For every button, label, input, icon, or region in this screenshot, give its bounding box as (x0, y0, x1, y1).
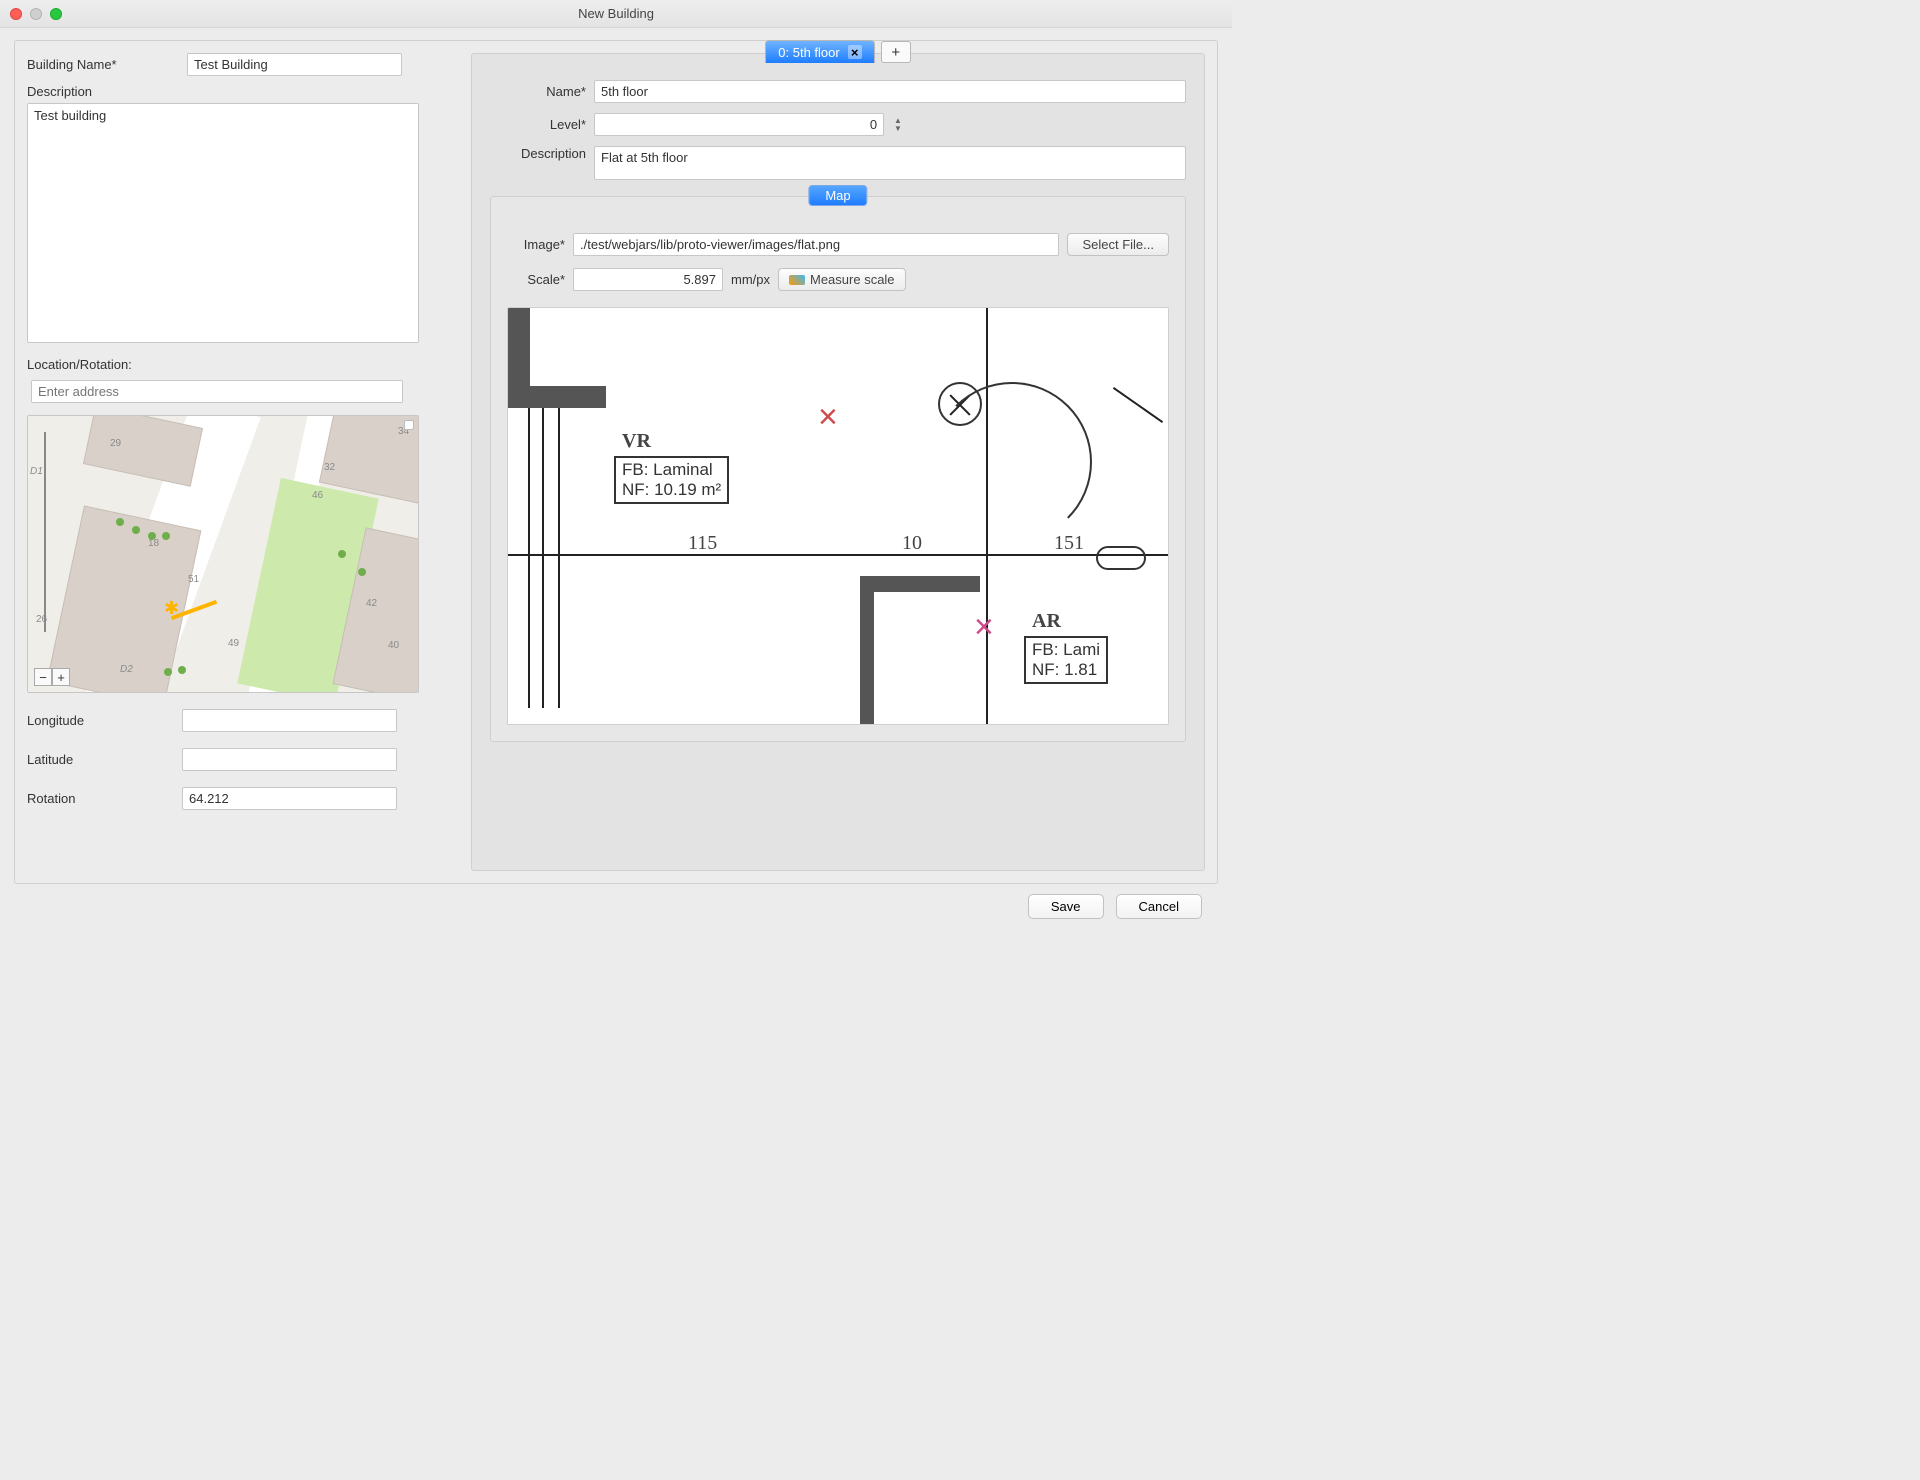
map-label: 32 (324, 462, 335, 473)
measure-scale-label: Measure scale (810, 272, 895, 287)
titlebar: New Building (0, 0, 1232, 28)
map-label: D2 (120, 664, 133, 675)
floor-tab-label: 0: 5th floor (778, 45, 839, 60)
window-title: New Building (0, 6, 1232, 21)
rotation-row: Rotation (27, 787, 457, 810)
latitude-label: Latitude (27, 752, 182, 767)
latitude-row: Latitude (27, 748, 457, 771)
dimension-label: 10 (902, 532, 922, 555)
latitude-input[interactable] (182, 748, 397, 771)
floor-tab-strip: 0: 5th floor × + (472, 40, 1204, 63)
chevron-down-icon[interactable]: ▼ (894, 125, 902, 133)
rotation-input[interactable] (182, 787, 397, 810)
longitude-label: Longitude (27, 713, 182, 728)
location-section-label: Location/Rotation: (27, 357, 457, 372)
content: Building Name* Description Test building… (0, 28, 1232, 940)
dialog-buttons: Save Cancel (14, 884, 1218, 919)
zoom-controls: − + (34, 668, 70, 686)
zoom-out-button[interactable]: − (34, 668, 52, 686)
map-label: 40 (388, 640, 399, 651)
floor-tab[interactable]: 0: 5th floor × (765, 40, 874, 63)
image-row: Image* Select File... (507, 233, 1169, 256)
map-label: 29 (110, 438, 121, 449)
main-panel: Building Name* Description Test building… (14, 40, 1218, 884)
floor-description-input[interactable]: Flat at 5th floor (594, 146, 1186, 180)
floor-description-row: Description Flat at 5th floor (490, 146, 1186, 180)
floor-level-row: Level* ▲ ▼ (490, 113, 1186, 136)
building-name-input[interactable] (187, 53, 402, 76)
cancel-button[interactable]: Cancel (1116, 894, 1202, 919)
floor-form: Name* Level* ▲ ▼ Description (472, 54, 1204, 758)
marker-x-icon: × (818, 398, 838, 437)
address-input[interactable] (31, 380, 403, 403)
map-label: 46 (312, 490, 323, 501)
longitude-row: Longitude (27, 709, 457, 732)
building-name-label: Building Name* (27, 57, 177, 72)
room-label: AR (1032, 610, 1061, 633)
scale-unit: mm/px (731, 272, 770, 287)
map-tab[interactable]: Map (808, 185, 867, 206)
ruler-icon (789, 275, 805, 285)
scale-row: Scale* mm/px Measure scale (507, 268, 1169, 291)
map-section: Map Image* Select File... Scale* mm/px (490, 196, 1186, 742)
floor-level-input[interactable] (594, 113, 884, 136)
dimension-label: 115 (688, 532, 717, 555)
room-label: VR (622, 430, 651, 453)
building-form: Building Name* Description Test building… (27, 53, 457, 871)
image-label: Image* (507, 237, 565, 252)
floorplan-preview[interactable]: VR FB: Laminal NF: 10.19 m² 115 10 151 ×… (507, 307, 1169, 725)
building-description-label: Description (27, 84, 457, 99)
level-stepper[interactable]: ▲ ▼ (894, 117, 902, 133)
floor-name-label: Name* (490, 84, 586, 99)
scale-input[interactable] (573, 268, 723, 291)
floor-level-label: Level* (490, 117, 586, 132)
measure-scale-button[interactable]: Measure scale (778, 268, 906, 291)
marker-x-icon: × (974, 608, 994, 647)
plus-icon: + (891, 44, 900, 61)
select-file-button[interactable]: Select File... (1067, 233, 1169, 256)
location-map[interactable]: 29 34 32 46 18 51 42 26 49 40 D1 D2 (27, 415, 419, 693)
map-label: 42 (366, 598, 377, 609)
dimension-label: 151 (1054, 532, 1084, 555)
location-marker-icon: ✱ (164, 598, 179, 619)
floor-description-label: Description (490, 146, 586, 161)
floor-name-row: Name* (490, 80, 1186, 103)
save-button[interactable]: Save (1028, 894, 1104, 919)
floor-panel: 0: 5th floor × + Name* Level* (471, 53, 1205, 871)
longitude-input[interactable] (182, 709, 397, 732)
window: New Building Building Name* Description … (0, 0, 1232, 940)
room-info-box: FB: Lami NF: 1.81 (1024, 636, 1108, 684)
image-path-input[interactable] (573, 233, 1059, 256)
layers-icon[interactable] (404, 420, 414, 430)
scale-label: Scale* (507, 272, 565, 287)
map-label: 49 (228, 638, 239, 649)
floor-name-input[interactable] (594, 80, 1186, 103)
rotation-label: Rotation (27, 791, 182, 806)
building-description-block: Description Test building (27, 84, 457, 343)
building-description-input[interactable]: Test building (27, 103, 419, 343)
building-name-row: Building Name* (27, 53, 457, 76)
add-floor-button[interactable]: + (881, 41, 911, 63)
map-label: D1 (30, 466, 43, 477)
room-info-box: FB: Laminal NF: 10.19 m² (614, 456, 729, 504)
zoom-slider[interactable] (44, 432, 46, 632)
map-label: 51 (188, 574, 199, 585)
zoom-in-button[interactable]: + (52, 668, 70, 686)
close-icon[interactable]: × (848, 45, 862, 59)
